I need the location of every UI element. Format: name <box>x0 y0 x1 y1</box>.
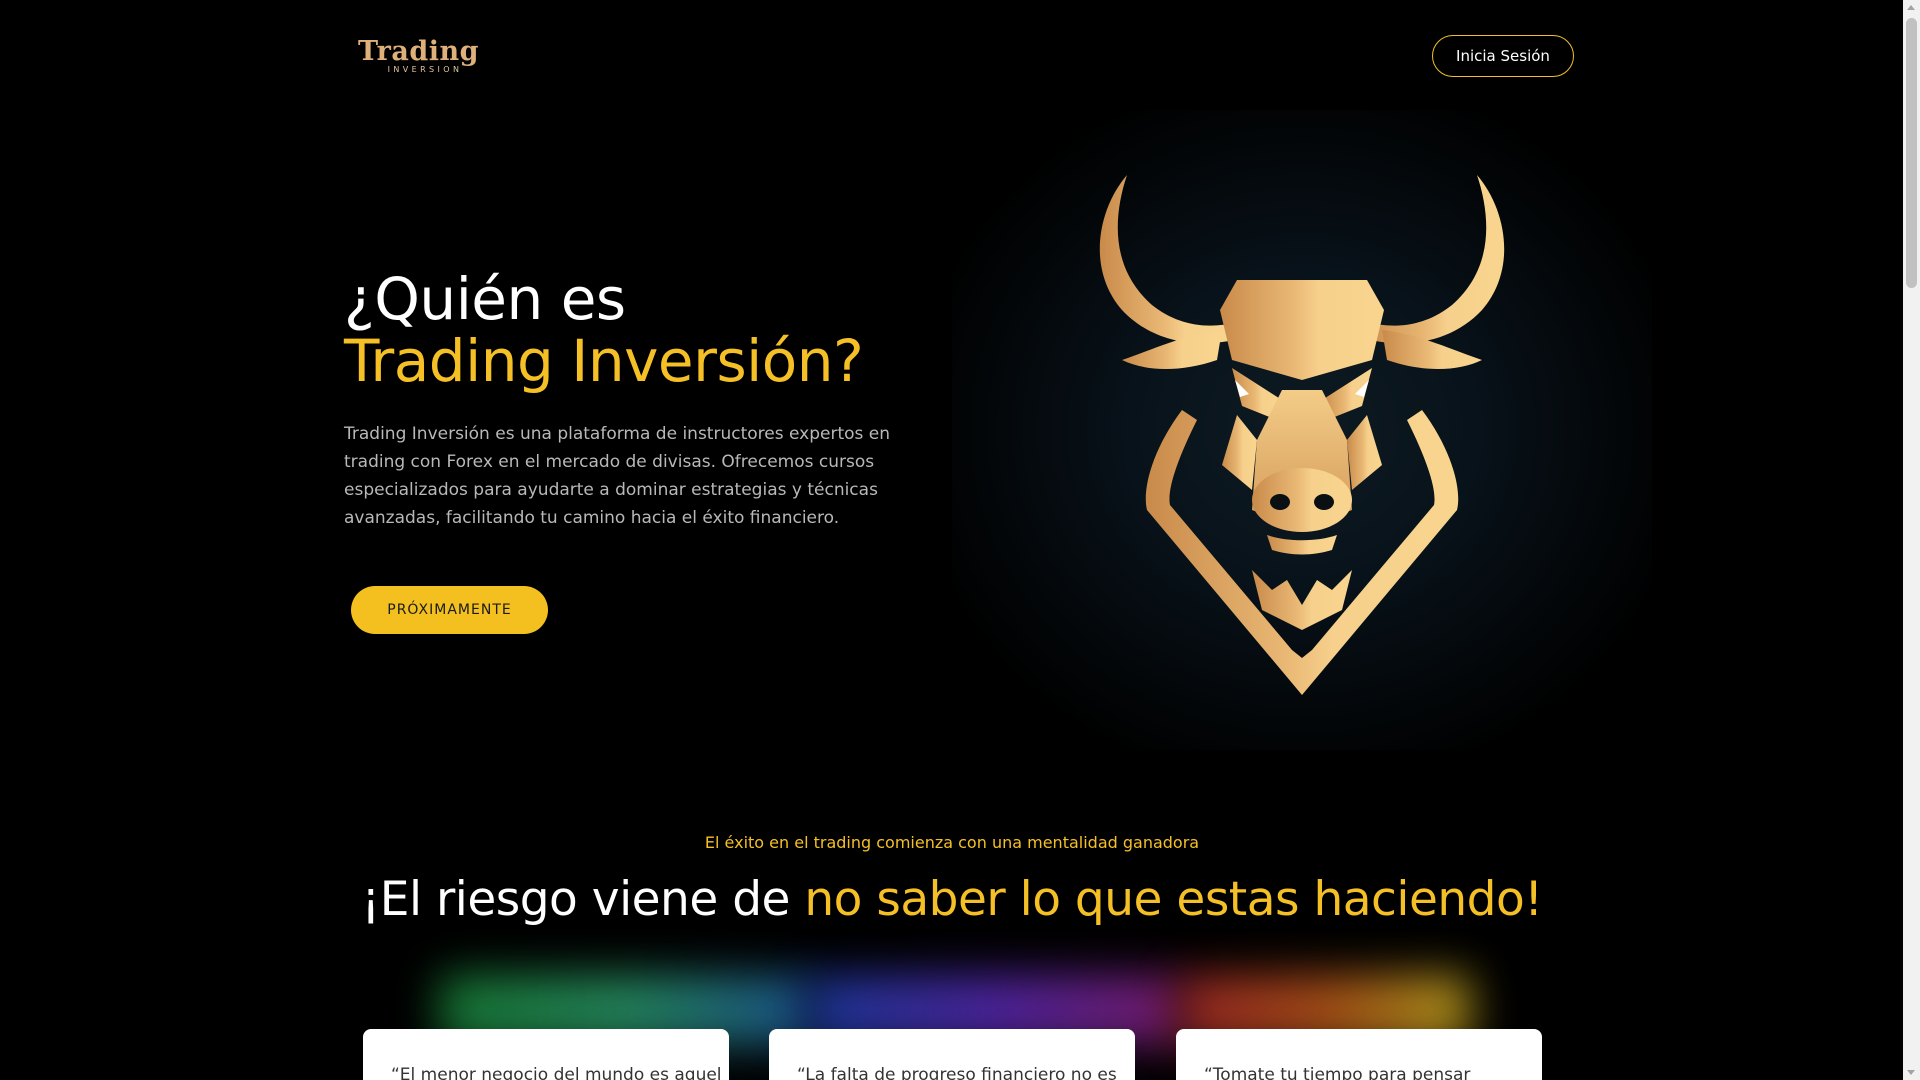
coming-soon-button[interactable]: PRÓXIMAMENTE <box>351 586 548 634</box>
quote-text: “La falta de progreso financiero no es <box>797 1065 1117 1080</box>
section-title: ¡El riesgo viene de no saber lo que esta… <box>0 872 1904 927</box>
section-tagline: El éxito en el trading comienza con una … <box>704 833 1200 852</box>
scroll-down-icon[interactable] <box>1907 1070 1915 1075</box>
hero-image <box>952 110 1652 750</box>
golden-bull-icon <box>1099 175 1505 695</box>
page-scrollbar[interactable] <box>1903 0 1920 1080</box>
quote-card: “El menor negocio del mundo es aquel <box>363 1029 729 1080</box>
login-button[interactable]: Inicia Sesión <box>1432 35 1574 77</box>
hero-title-line1: ¿Quién es <box>344 265 626 333</box>
hero-description: Trading Inversión es una plataforma de i… <box>344 424 891 528</box>
hero-title: ¿Quién es Trading Inversión? <box>344 265 864 395</box>
quote-text: “El menor negocio del mundo es aquel <box>391 1065 722 1080</box>
logo-wordmark: Trading <box>358 36 479 67</box>
quote-text: “Tomate tu tiempo para pensar <box>1204 1065 1471 1080</box>
hero-title-line2: Trading Inversión? <box>344 327 864 395</box>
scrollbar-thumb[interactable] <box>1906 18 1917 288</box>
scroll-up-icon[interactable] <box>1907 5 1915 10</box>
brand-logo[interactable]: Trading INVERSION <box>358 36 479 74</box>
section-title-white: ¡El riesgo viene de <box>361 872 805 927</box>
section-title-yellow: no saber lo que estas haciendo! <box>804 872 1543 927</box>
quote-card: “Tomate tu tiempo para pensar <box>1176 1029 1542 1080</box>
quote-card: “La falta de progreso financiero no es <box>769 1029 1135 1080</box>
